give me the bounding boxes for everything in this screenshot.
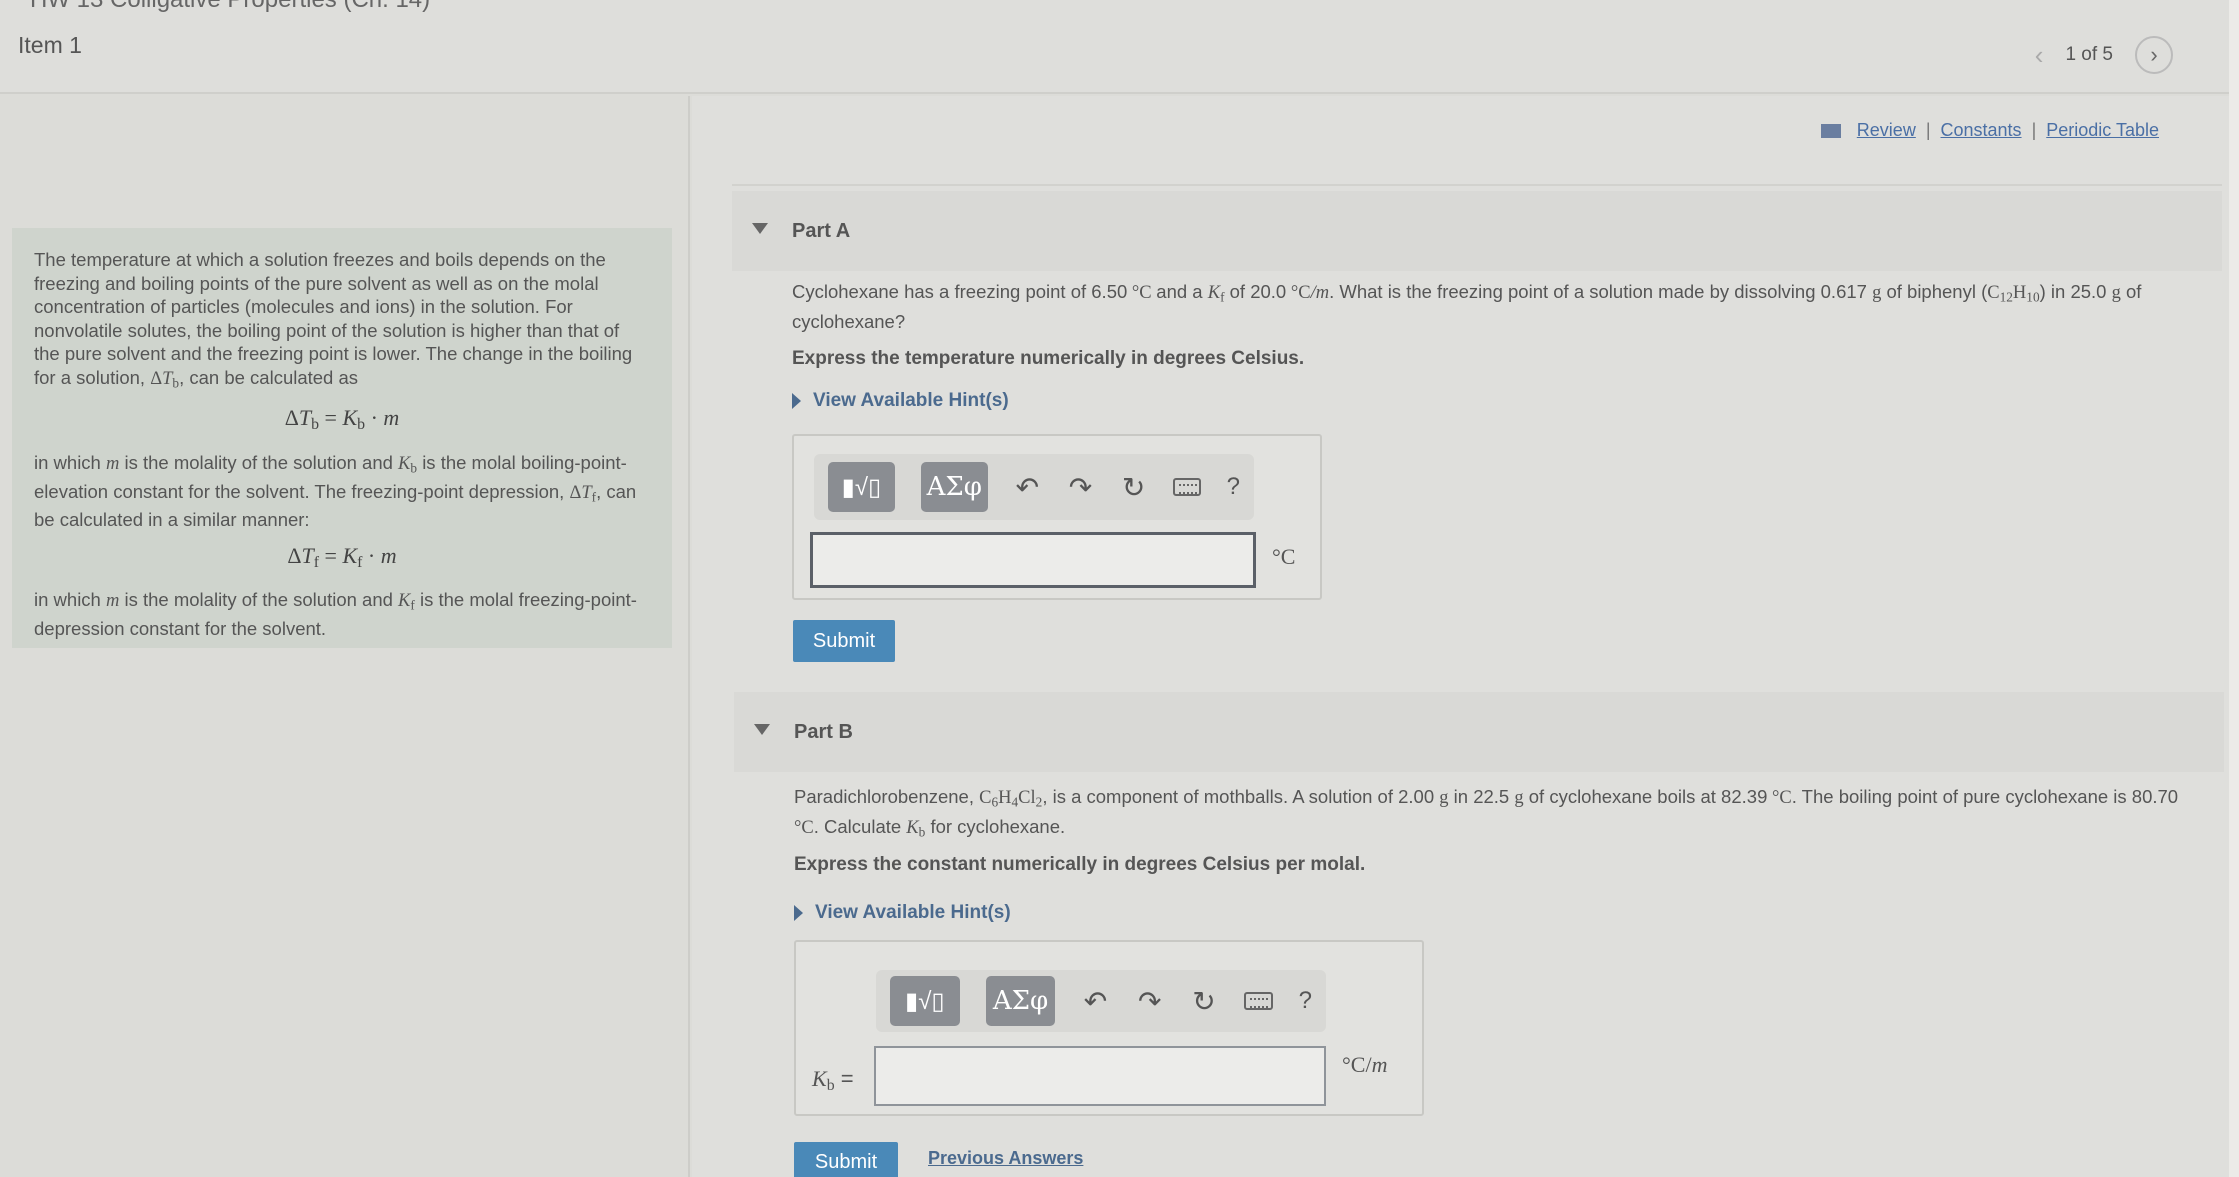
part-a-hint-toggle[interactable]: View Available Hint(s) <box>792 390 1009 412</box>
right-panel: Review | Constants | Periodic Table Part… <box>692 96 2239 1177</box>
part-b-instruction: Express the constant numerically in degr… <box>794 854 1366 875</box>
help-icon[interactable]: ? <box>1299 987 1312 1015</box>
part-b-question: Paradichlorobenzene, C6H4Cl2, is a compo… <box>794 786 2179 840</box>
intro-box: The temperature at which a solution free… <box>12 228 672 648</box>
review-link[interactable]: Review <box>1857 120 1916 141</box>
periodic-table-link[interactable]: Periodic Table <box>2046 120 2159 141</box>
divider <box>732 184 2222 186</box>
right-edge <box>2229 0 2239 1177</box>
keyboard-icon[interactable] <box>1173 478 1201 496</box>
keyboard-icon[interactable] <box>1244 992 1273 1010</box>
prev-item-icon[interactable]: ‹ <box>2035 40 2044 71</box>
redo-icon[interactable]: ↷ <box>1136 985 1164 1018</box>
part-b-toolbar: ▮√▯ ΑΣφ ↶ ↷ ↻ ? <box>876 970 1326 1032</box>
equation-freezing: ΔTf = Kf · m <box>287 542 397 571</box>
part-b-answer-box: ▮√▯ ΑΣφ ↶ ↷ ↻ ? Kb = °C/m <box>794 940 1424 1116</box>
expand-icon <box>792 393 801 409</box>
top-bar: HW 13 Colligative Properties (Ch. 14) It… <box>0 0 2239 94</box>
pager-text: 1 of 5 <box>2065 44 2113 65</box>
part-a-header[interactable]: Part A <box>732 191 2222 271</box>
part-a-question: Cyclohexane has a freezing point of 6.50… <box>792 281 2142 333</box>
part-b-answer-input[interactable] <box>874 1046 1326 1106</box>
reset-icon[interactable]: ↻ <box>1190 985 1218 1018</box>
greek-symbols-button[interactable]: ΑΣφ <box>920 462 988 512</box>
part-a-answer-box: ▮√▯ ΑΣφ ↶ ↷ ↻ ? °C <box>792 434 1322 600</box>
templates-button[interactable]: ▮√▯ <box>890 976 960 1026</box>
part-b-unit: °C/m <box>1342 1052 1388 1077</box>
expand-icon <box>794 905 803 921</box>
kb-label: Kb = <box>812 1066 854 1094</box>
part-a-submit-button[interactable]: Submit <box>793 620 895 662</box>
equation-boiling: ΔTb = Kb · m <box>284 405 400 434</box>
undo-icon[interactable]: ↶ <box>1081 985 1109 1018</box>
part-b-header[interactable]: Part B <box>734 692 2224 772</box>
book-icon <box>1820 123 1841 138</box>
redo-icon[interactable]: ↷ <box>1067 471 1094 504</box>
part-a-instruction: Express the temperature numerically in d… <box>792 348 1305 369</box>
resource-links: Review | Constants | Periodic Table <box>1820 120 2159 141</box>
previous-answers-link[interactable]: Previous Answers <box>928 1148 1083 1169</box>
reset-icon[interactable]: ↻ <box>1120 471 1147 504</box>
help-icon[interactable]: ? <box>1227 473 1240 501</box>
delta-tb-symbol: ΔTb <box>150 368 180 390</box>
part-a-unit: °C <box>1272 544 1296 569</box>
part-a-toolbar: ▮√▯ ΑΣφ ↶ ↷ ↻ ? <box>814 454 1254 520</box>
part-b-hint-toggle[interactable]: View Available Hint(s) <box>794 902 1011 924</box>
part-b-submit-button[interactable]: Submit <box>794 1142 898 1177</box>
next-item-button[interactable]: › <box>2135 36 2173 74</box>
pager: ‹ 1 of 5 › <box>2035 36 2173 74</box>
intro-paragraph-2: in which m is the molality of the soluti… <box>34 451 637 531</box>
templates-button[interactable]: ▮√▯ <box>828 462 895 512</box>
collapse-icon <box>752 223 768 234</box>
collapse-icon <box>754 724 770 735</box>
constants-link[interactable]: Constants <box>1941 120 2022 141</box>
undo-icon[interactable]: ↶ <box>1014 471 1041 504</box>
intro-paragraph-3: in which m is the molality of the soluti… <box>34 589 637 640</box>
intro-paragraph-1: The temperature at which a solution free… <box>34 249 633 390</box>
greek-symbols-button[interactable]: ΑΣφ <box>985 976 1056 1026</box>
part-a-answer-input[interactable] <box>810 532 1256 588</box>
item-title: Item 1 <box>18 32 82 58</box>
course-title: HW 13 Colligative Properties (Ch. 14) <box>30 0 430 14</box>
left-panel: The temperature at which a solution free… <box>0 96 690 1177</box>
